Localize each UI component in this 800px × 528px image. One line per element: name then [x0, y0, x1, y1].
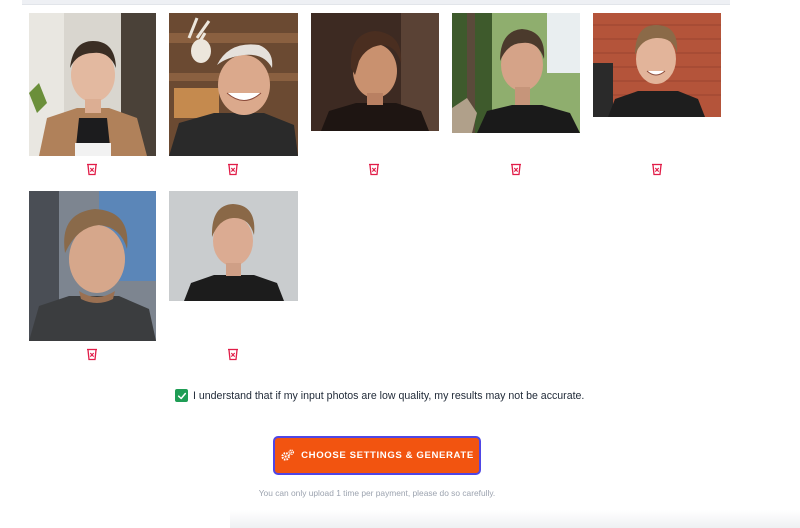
generate-button-label: CHOOSE SETTINGS & GENERATE [301, 450, 474, 461]
bottom-fade [230, 510, 800, 528]
photo-5 [593, 13, 721, 117]
delete-photo-2-button[interactable] [226, 162, 240, 176]
photo-7 [169, 191, 298, 301]
delete-photo-6-button[interactable] [85, 347, 99, 361]
delete-photo-1-button[interactable] [85, 162, 99, 176]
photo-1 [29, 13, 156, 156]
upload-area-top-border [22, 0, 730, 5]
consent-checkbox[interactable] [175, 389, 188, 402]
consent-label: I understand that if my input photos are… [193, 389, 585, 402]
choose-settings-generate-button[interactable]: CHOOSE SETTINGS & GENERATE [273, 436, 481, 475]
delete-photo-3-button[interactable] [367, 162, 381, 176]
photo-4 [452, 13, 580, 133]
delete-photo-5-button[interactable] [650, 162, 664, 176]
photo-3 [311, 13, 439, 131]
photo-2 [169, 13, 298, 156]
delete-photo-4-button[interactable] [509, 162, 523, 176]
checkmark-icon [177, 392, 186, 399]
photo-6 [29, 191, 156, 341]
upload-note: You can only upload 1 time per payment, … [258, 488, 496, 498]
gears-icon [280, 448, 295, 463]
delete-photo-7-button[interactable] [226, 347, 240, 361]
consent-row: I understand that if my input photos are… [175, 389, 584, 402]
